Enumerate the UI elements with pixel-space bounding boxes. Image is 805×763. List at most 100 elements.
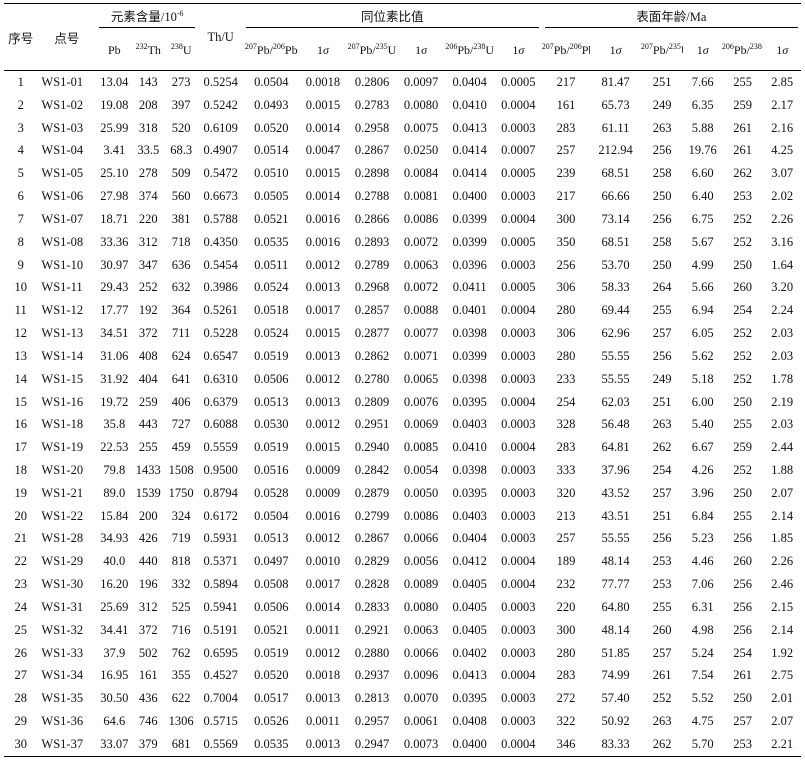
col-header-r75-sigma: 1σ	[397, 30, 445, 71]
cell-spot-id: WS1-02	[41, 97, 84, 112]
table-row: 30 WS1-37 33.07 379 681 0.5569 0.0535 0.0013 0.2…	[4, 733, 801, 757]
cell-pb: 79.8	[103, 462, 126, 477]
cell-r75-sigma: 0.0097	[403, 74, 439, 89]
table-row: 28 WS1-35 30.50 436 622 0.7004 0.0517 0.0013 0.2…	[4, 687, 801, 710]
cell-r76: 0.0497	[254, 554, 289, 569]
cell-th-u: 0.5472	[203, 166, 238, 181]
cell-u238: 641	[171, 371, 191, 386]
cell-r76-sigma: 0.0009	[305, 462, 341, 477]
cell-r76-sigma: 0.0014	[305, 599, 341, 614]
cell-r75-sigma: 0.0069	[403, 417, 439, 432]
cell-r76-sigma: 0.0013	[305, 280, 341, 295]
cell-age75-sigma: 4.46	[691, 554, 714, 569]
cell-row-no: 15	[14, 394, 27, 409]
cell-r76: 0.0504	[254, 508, 289, 523]
cell-r75-sigma: 0.0065	[403, 371, 439, 386]
cell-age76-sigma: 65.73	[601, 97, 630, 112]
cell-age76-sigma: 83.33	[590, 733, 641, 757]
cell-r68-sigma: 0.0005	[501, 234, 536, 249]
cell-r76: 0.0511	[254, 257, 289, 272]
cell-pb: 16.95	[100, 668, 129, 683]
cell-r76-sigma: 0.0014	[305, 189, 341, 204]
cell-r75-sigma: 0.0076	[403, 394, 439, 409]
cell-r75-sigma: 0.0072	[403, 234, 439, 249]
cell-age68: 250	[733, 485, 753, 500]
cell-th232: 379	[132, 733, 164, 757]
cell-age68: 254	[733, 303, 753, 318]
cell-age76: 161	[556, 97, 576, 112]
cell-th232: 312	[138, 234, 158, 249]
cell-u238: 632	[171, 280, 191, 295]
cell-th232: 347	[138, 257, 158, 272]
cell-spot-id: WS1-18	[41, 417, 84, 432]
cell-age75-sigma: 6.31	[691, 599, 714, 614]
cell-age75: 260	[652, 622, 672, 637]
cell-r75: 0.2806	[354, 74, 390, 89]
cell-r76: 0.0513	[254, 531, 289, 546]
cell-u238: 68.3	[170, 143, 193, 158]
cell-th232: 259	[138, 394, 158, 409]
cell-th-u: 0.5261	[203, 303, 238, 318]
cell-row-no: 20	[14, 508, 27, 523]
cell-age75-sigma: 6.35	[691, 97, 714, 112]
cell-r76-sigma: 0.0015	[305, 166, 341, 181]
cell-r68-sigma: 0.0005	[501, 166, 536, 181]
cell-r76-sigma: 0.0017	[305, 303, 341, 318]
cell-u238: 397	[171, 97, 191, 112]
cell-r68: 0.0399	[452, 234, 487, 249]
cell-th232: 200	[138, 508, 158, 523]
cell-r75: 0.2879	[354, 485, 390, 500]
cell-age68-sigma: 1.64	[771, 257, 794, 272]
cell-age75-sigma: 7.06	[691, 577, 714, 592]
cell-age75-sigma: 5.67	[691, 234, 714, 249]
cell-age76-sigma: 62.96	[601, 326, 630, 341]
cell-r68-sigma: 0.0003	[501, 326, 536, 341]
content-group-label: 元素含量/10	[110, 10, 177, 24]
cell-r68: 0.0404	[452, 74, 487, 89]
cell-r68-sigma: 0.0004	[501, 577, 536, 592]
cell-r68: 0.0395	[452, 394, 487, 409]
cell-age76-sigma: 62.03	[601, 394, 630, 409]
cell-r75-sigma: 0.0066	[403, 645, 439, 660]
cell-age75-sigma: 19.76	[688, 143, 717, 158]
cell-r68: 0.0398	[452, 371, 487, 386]
cell-age76: 256	[556, 257, 576, 272]
table-row: 24 WS1-31 25.69 312 525 0.5941 0.0506 0.0014 0.2…	[4, 596, 801, 619]
cell-pb: 19.08	[100, 97, 129, 112]
cell-r76-sigma: 0.0011	[305, 622, 340, 637]
cell-r68-sigma: 0.0003	[501, 189, 536, 204]
cell-th-u: 0.6172	[203, 508, 238, 523]
cell-pb: 30.97	[100, 257, 129, 272]
cell-r68-sigma: 0.0003	[501, 348, 536, 363]
cell-r76-sigma: 0.0012	[305, 371, 341, 386]
cell-pb: 15.84	[100, 508, 129, 523]
cell-r68: 0.0398	[452, 326, 487, 341]
cell-age68-sigma: 2.46	[771, 577, 794, 592]
cell-pb: 35.8	[103, 417, 126, 432]
cell-r76: 0.0517	[254, 691, 289, 706]
table-row: 19 WS1-21 89.0 1539 1750 0.8794 0.0528 0.0009 0.…	[4, 482, 801, 505]
cell-spot-id: WS1-36	[41, 714, 84, 729]
cell-age75-sigma: 6.75	[691, 211, 714, 226]
cell-pb: 22.53	[100, 440, 129, 455]
cell-u238: 1508	[168, 462, 194, 477]
cell-th232: 372	[138, 326, 158, 341]
cell-age68: 256	[733, 622, 753, 637]
cell-r76-sigma: 0.0013	[305, 691, 341, 706]
cell-age76-sigma: 56.48	[601, 417, 630, 432]
table-row: 10 WS1-11 29.43 252 632 0.3986 0.0524 0.0013 0.2…	[4, 276, 801, 299]
cell-row-no: 30	[4, 733, 38, 757]
cell-r68-sigma: 0.0003	[501, 417, 536, 432]
cell-r76-sigma: 0.0016	[305, 234, 341, 249]
cell-age68: 256	[733, 577, 753, 592]
cell-age76-sigma: 55.55	[601, 348, 630, 363]
table-row: 13 WS1-14 31.06 408 624 0.6547 0.0519 0.0013 0.2…	[4, 345, 801, 368]
cell-r75-sigma: 0.0089	[403, 577, 439, 592]
col-header-th232: 232Th	[132, 30, 164, 71]
cell-age75: 249	[652, 371, 672, 386]
cell-u238: 520	[171, 120, 191, 135]
cell-r68: 0.0399	[452, 211, 487, 226]
cell-row-no: 6	[17, 189, 24, 204]
cell-r68-sigma: 0.0004	[501, 97, 536, 112]
cell-th232: 33.5	[137, 143, 160, 158]
